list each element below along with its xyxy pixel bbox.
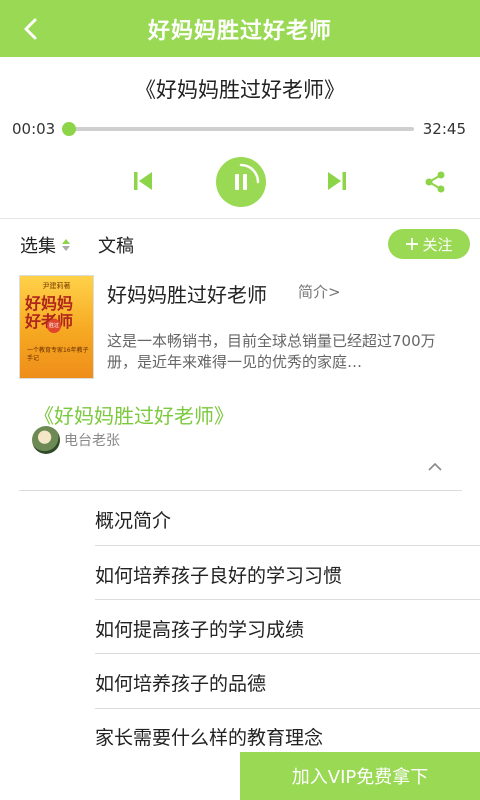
chapter-item[interactable]: 如何提高孩子的学习成绩 — [95, 615, 304, 642]
join-vip-button[interactable]: 加入VIP免费拿下 — [240, 752, 480, 800]
avatar — [32, 426, 60, 454]
follow-label: 关注 — [422, 235, 453, 254]
chapter-item[interactable]: 如何培养孩子良好的学习习惯 — [95, 561, 342, 588]
page-title: 好妈妈胜过好老师 — [147, 18, 332, 44]
author-name: 电台老张 — [64, 433, 120, 449]
tab-article[interactable]: 文稿 — [98, 232, 134, 258]
collapse-button[interactable] — [424, 456, 446, 476]
divider — [95, 708, 480, 709]
track-title: 《好妈妈胜过好老师》 — [135, 78, 345, 102]
top-bar: 好妈妈胜过好老师 — [0, 0, 480, 57]
divider — [95, 545, 480, 546]
tab-article-label: 文稿 — [98, 236, 134, 257]
pause-button[interactable] — [216, 157, 266, 207]
progress-slider[interactable] — [61, 122, 414, 136]
cover-badge: 胜过 — [47, 319, 61, 333]
follow-button[interactable]: 关注 — [388, 229, 470, 259]
current-time: 00:03 — [12, 120, 56, 138]
pause-icon — [235, 163, 260, 190]
divider — [19, 490, 462, 491]
intro-link[interactable]: 简介> — [298, 281, 341, 302]
back-button[interactable] — [14, 12, 48, 46]
chevron-left-icon — [24, 18, 37, 40]
chapter-item[interactable]: 如何培养孩子的品德 — [95, 669, 266, 696]
cover-author: 尹建莉著 — [42, 282, 71, 290]
chapter-item[interactable]: 家长需要什么样的教育理念 — [95, 723, 323, 750]
next-button[interactable] — [320, 166, 354, 196]
plus-icon — [406, 238, 419, 250]
book-title: 好妈妈胜过好老师 — [107, 283, 267, 307]
skip-previous-icon — [134, 172, 152, 190]
divider — [95, 599, 480, 600]
share-icon — [425, 171, 445, 193]
divider — [0, 218, 480, 219]
progress-knob[interactable] — [61, 122, 76, 136]
book-cover[interactable]: 尹建莉著 好妈妈 好老师 胜过 一个教育专家16年教子手记 — [19, 275, 94, 379]
skip-next-icon — [328, 172, 346, 190]
tab-select-label: 选集 — [20, 236, 56, 257]
tab-select-episodes[interactable]: 选集 — [20, 232, 70, 258]
author-info[interactable]: 电台老张 — [32, 426, 120, 454]
total-time: 32:45 — [422, 120, 466, 138]
cover-subtitle: 一个教育专家16年教子手记 — [27, 347, 89, 362]
chapter-item[interactable]: 概况简介 — [95, 506, 171, 533]
book-description: 这是一本畅销书，目前全球总销量已经超过700万册，是近年来难得一见的优秀的家庭… — [107, 332, 436, 371]
share-button[interactable] — [420, 168, 450, 196]
album-title[interactable]: 《好妈妈胜过好老师》 — [34, 400, 234, 429]
sort-icon — [62, 239, 70, 251]
previous-button[interactable] — [126, 166, 160, 196]
divider — [95, 653, 480, 654]
chevron-up-icon — [428, 462, 442, 471]
